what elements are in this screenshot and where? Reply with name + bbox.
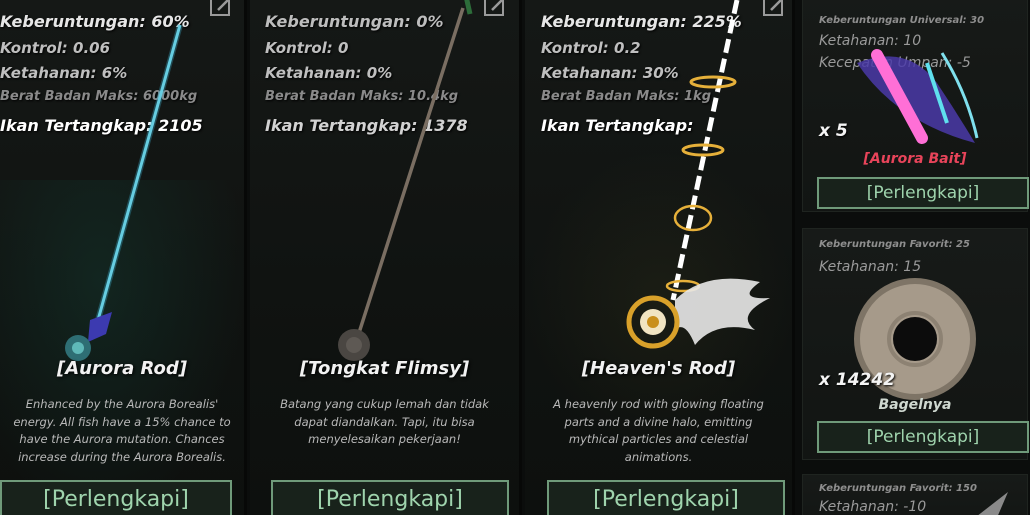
equip-button[interactable]: [Perlengkapi] <box>547 480 785 515</box>
bait-list: Keberuntungan Universal: 30 Ketahanan: 1… <box>798 0 1030 515</box>
bait-name: [Aurora Bait] <box>863 151 967 167</box>
bait-stat-resilience: Ketahanan: -10 <box>819 499 927 515</box>
rod-description: Batang yang cukup lemah dan tidak dapat … <box>280 397 489 446</box>
heavens-rod-icon <box>626 0 770 349</box>
rod-card-aurora[interactable]: Keberuntungan: 60% Kontrol: 0.06 Ketahan… <box>0 0 247 515</box>
rod-description: Enhanced by the Aurora Borealis' energy.… <box>13 397 231 464</box>
rod-card-flimsy[interactable]: Keberuntungan: 0% Kontrol: 0 Ketahanan: … <box>250 0 522 515</box>
rod-description: A heavenly rod with glowing floating par… <box>553 397 764 464</box>
bait-card-third[interactable]: Keberuntungan Favorit: 150 Ketahanan: -1… <box>802 474 1028 515</box>
bait-tag: Keberuntungan Favorit: 25 <box>819 239 970 250</box>
bait-icon <box>978 492 1008 515</box>
bait-card-aurora[interactable]: Keberuntungan Universal: 30 Ketahanan: 1… <box>802 0 1029 212</box>
rod-name: [Aurora Rod] <box>57 358 187 379</box>
equip-button[interactable]: [Perlengkapi] <box>817 421 1029 453</box>
rod-name: [Tongkat Flimsy] <box>299 358 470 379</box>
flimsy-rod-icon <box>338 0 473 361</box>
bait-name: Bagelnya <box>878 397 952 413</box>
rod-name: [Heaven's Rod] <box>581 358 736 379</box>
equip-button[interactable]: [Perlengkapi] <box>0 480 232 515</box>
aurora-rod-icon <box>65 24 183 361</box>
bait-tag: Keberuntungan Universal: 30 <box>819 15 985 26</box>
rod-card-heaven[interactable]: Keberuntungan: 225% Kontrol: 0.2 Ketahan… <box>525 0 795 515</box>
edit-icon[interactable] <box>208 0 234 18</box>
bait-quantity: x 14242 <box>819 370 896 390</box>
edit-icon[interactable] <box>482 0 508 18</box>
equip-button[interactable]: [Perlengkapi] <box>817 177 1029 209</box>
bait-card-bagel[interactable]: Keberuntungan Favorit: 25 Ketahanan: 15 … <box>802 228 1029 460</box>
bait-quantity: x 5 <box>819 121 848 141</box>
equip-button[interactable]: [Perlengkapi] <box>271 480 509 515</box>
aurora-bait-icon <box>857 49 979 144</box>
